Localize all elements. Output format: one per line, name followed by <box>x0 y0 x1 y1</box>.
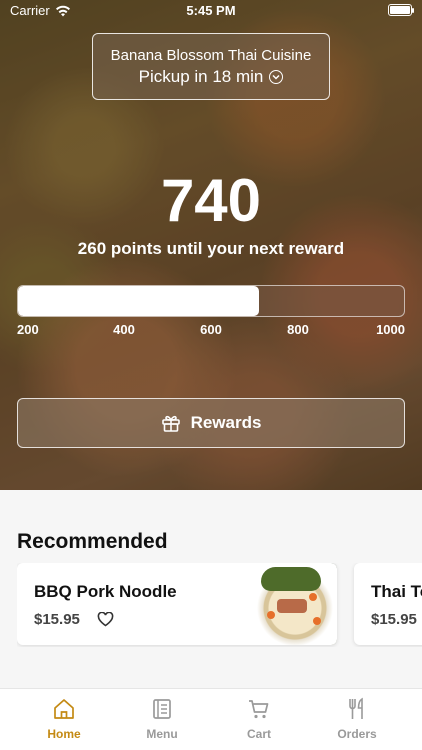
item-price: $15.95 <box>371 611 417 628</box>
progress-ticks: 200 400 600 800 1000 <box>17 322 407 338</box>
rewards-progress-fill <box>18 286 260 316</box>
tick-label: 1000 <box>376 322 405 337</box>
orders-icon <box>349 697 363 719</box>
battery-icon <box>388 4 414 16</box>
tick-label: 400 <box>113 322 135 337</box>
pickup-label: Pickup in 18 min <box>138 67 264 86</box>
tab-orders[interactable]: Orders <box>307 697 407 741</box>
rewards-button[interactable]: Rewards <box>17 398 405 448</box>
tab-menu[interactable]: Menu <box>112 697 212 741</box>
recommended-heading: Recommended <box>17 530 168 553</box>
store-selector[interactable]: Banana Blossom Thai Cuisine Pickup in 18… <box>92 33 330 100</box>
tick-label: 800 <box>287 322 309 337</box>
tab-label: Orders <box>337 727 377 741</box>
tab-home[interactable]: Home <box>14 697 114 741</box>
item-name: BBQ Pork Noodle <box>34 582 177 601</box>
chevron-down-icon <box>269 70 284 84</box>
store-name: Banana Blossom Thai Cuisine <box>110 47 312 64</box>
status-bar: Carrier 5:45 PM <box>0 0 422 22</box>
heart-icon[interactable] <box>97 612 114 627</box>
tab-bar: Home Menu Cart Orders <box>0 688 422 750</box>
tick-label: 200 <box>17 322 39 337</box>
status-time: 5:45 PM <box>186 3 236 18</box>
points-remaining-text: 260 points until your next reward <box>77 239 345 258</box>
cart-icon <box>249 700 269 719</box>
recommended-item-card[interactable]: BBQ Pork Noodle $15.95 <box>17 563 337 645</box>
recommended-item-card[interactable]: Thai To $15.95 <box>354 563 422 645</box>
menu-icon <box>153 699 171 719</box>
pickup-time: Pickup in 18 min <box>93 67 329 87</box>
home-icon <box>54 699 74 719</box>
rewards-button-label: Rewards <box>190 413 262 432</box>
item-name: Thai To <box>371 582 422 601</box>
tab-label: Home <box>47 727 81 741</box>
recommended-carousel[interactable]: BBQ Pork Noodle $15.95 Thai To $15.95 <box>17 563 422 647</box>
tab-label: Menu <box>146 727 178 741</box>
gift-icon <box>161 415 180 432</box>
item-photo <box>253 563 337 645</box>
item-price: $15.95 <box>34 611 80 628</box>
tick-label: 600 <box>200 322 222 337</box>
tab-cart[interactable]: Cart <box>209 697 309 741</box>
points-balance: 740 <box>160 167 262 234</box>
rewards-progress-bar <box>17 285 405 317</box>
tab-label: Cart <box>246 727 271 741</box>
